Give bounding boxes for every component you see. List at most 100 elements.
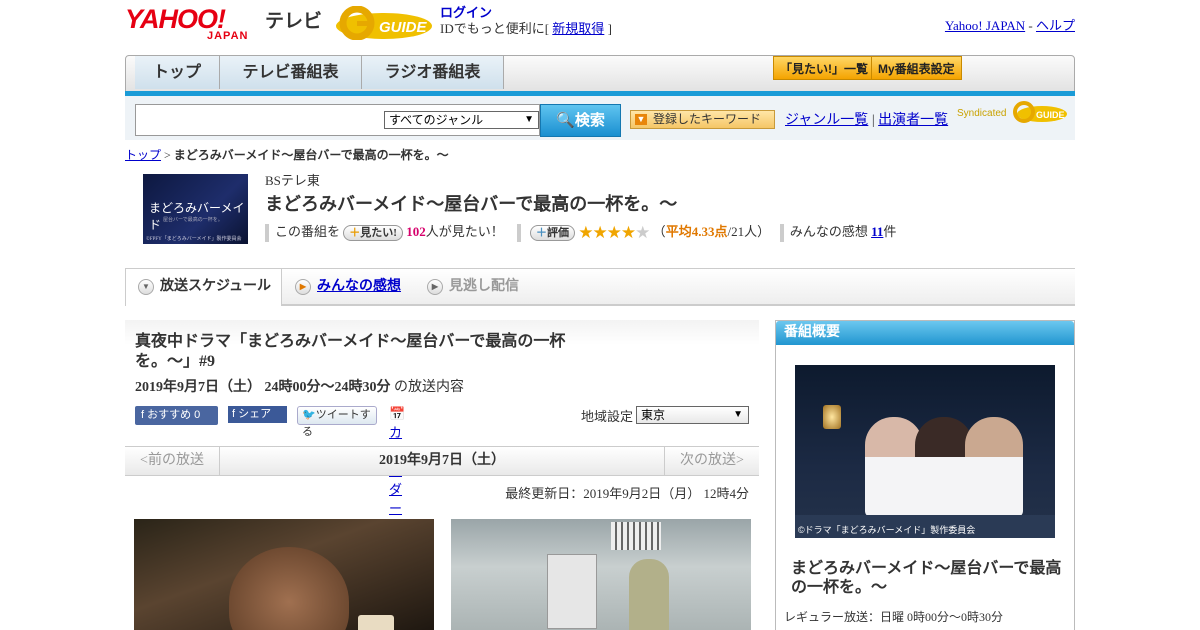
main-nav: トップ テレビ番組表 ラジオ番組表 「見たい!」一覧 My番組表設定 [125,55,1075,93]
genre-list-link[interactable]: ジャンル一覧 [785,113,868,128]
star-empty-icon: ★ [635,223,650,243]
calendar-add-icon: 📅 [389,406,406,421]
tab-schedule[interactable]: ▼ 放送スケジュール [125,269,282,306]
tab-radio-schedule[interactable]: ラジオ番組表 [362,56,504,89]
still-window [611,522,661,550]
syndicated-gguide: Syndicated GUIDE [957,101,1067,123]
last-updated: 最終更新日：2019年9月2日（月） 12時4分 [505,486,749,501]
program-overview: 番組概要 ©ドラマ「まどろみバーメイド」製作委員会 まどろみバーメイド～屋台バー… [775,320,1075,630]
search-links-divider: | [871,113,875,128]
search-icon: 🔍 [556,112,575,129]
program-header: まどろみバーメイド 屋台バーで最高の一杯を。 ©FPFY「まどろみバーメイド」製… [125,168,1075,258]
review-prefix: みんなの感想 [789,224,868,239]
tweet-button[interactable]: 🐦ツイートする [297,406,377,438]
facebook-recommend-button[interactable]: f おすすめ 0 [135,406,218,425]
episode-date-line: 2019年9月7日（土） 24時00分～24時30分 の放送内容 [135,376,464,396]
breadcrumb-home[interactable]: トップ [125,148,161,162]
rate-button[interactable]: ＋評価 [529,225,575,242]
genre-select-value: すべてのジャンル [389,113,484,127]
stats-divider [779,224,784,243]
search-bar: すべてのジャンル ▼ 🔍検索 ▼ 登録したキーワード ジャンル一覧 | 出演者一… [125,96,1075,140]
top-links: Yahoo! JAPAN - ヘルプ [945,15,1075,34]
yahoo-logo-sub: JAPAN [207,30,249,42]
star-filled-icon: ★★★★ [578,223,636,243]
prev-broadcast-link[interactable]: <前の放送 [125,447,220,475]
still-sink [547,554,597,629]
rating-average: 平均4.33点 [665,224,728,239]
help-link[interactable]: ヘルプ [1036,18,1075,33]
stats-divider [516,224,521,243]
thumb-copyright: ©FPFY「まどろみバーメイド」製作委員会 [146,237,242,242]
tv-label[interactable]: テレビ [265,6,322,33]
episode-still-image[interactable] [134,519,434,630]
current-broadcast-date: 2019年9月7日（土） [379,453,505,468]
tab-reviews[interactable]: ▶ みんなの感想 [283,269,413,306]
episode-title: 真夜中ドラマ「まどろみバーメイド～屋台バーで最高の一杯を。～」#9 [135,333,566,370]
dropdown-arrow-icon: ▼ [635,114,647,125]
program-thumbnail[interactable]: まどろみバーメイド 屋台バーで最高の一杯を。 ©FPFY「まどろみバーメイド」製… [143,174,248,244]
svg-text:GUIDE: GUIDE [1036,110,1065,120]
twitter-bird-icon: 🐦 [302,409,316,421]
review-count-link[interactable]: 11 [871,224,883,239]
episode-date: 2019年9月7日（土） 24時00分～24時30分 [135,380,391,395]
breadcrumb: トップ > まどろみバーメイド～屋台バーで最高の一杯を。～ [125,146,1075,163]
plus-icon: ＋ [349,227,361,240]
want-suffix: 人が見たい！ [425,224,504,239]
still-glass [358,615,394,630]
tab-top[interactable]: トップ [135,56,220,89]
breadcrumb-current: まどろみバーメイド～屋台バーで最高の一杯を。～ [173,148,449,162]
chevron-down-icon: ▼ [138,279,154,295]
want-count: 102 [406,224,426,239]
want-button[interactable]: ＋見たい! [343,225,403,242]
breadcrumb-sep: > [164,148,171,162]
tab-streaming[interactable]: ▶ 見逃し配信 [415,269,519,306]
play-icon: ▶ [295,279,311,295]
episode-date-suffix: の放送内容 [390,380,464,395]
broadcast-pager: <前の放送 2019年9月7日（土） 次の放送> [125,446,759,476]
region-select[interactable]: 東京 ▼ [636,406,749,424]
yahoo-japan-logo[interactable]: YAHOO! JAPAN [125,4,247,43]
gguide-logo: GUIDE [336,6,432,40]
want-list-button[interactable]: 「見たい!」一覧 [773,56,875,80]
registered-keyword-button[interactable]: ▼ 登録したキーワード [630,110,775,129]
overview-image[interactable]: ©ドラマ「まどろみバーメイド」製作委員会 [795,365,1055,538]
yahoo-logo-text: YAHOO! [125,4,226,34]
overview-image-caption: ©ドラマ「まどろみバーメイド」製作委員会 [798,525,976,535]
my-schedule-button[interactable]: My番組表設定 [871,56,962,80]
want-button-label: 見たい! [360,227,397,240]
play-icon: ▶ [427,279,443,295]
login-desc-close: ] [607,21,612,36]
episode-still-image[interactable] [451,519,751,630]
search-button[interactable]: 🔍検索 [540,104,621,137]
rating-open: （ [652,224,666,239]
program-title: まどろみバーメイド～屋台バーで最高の一杯を。～ [265,194,678,214]
rate-button-label: 評価 [546,227,569,240]
program-stats: この番組を ＋見たい! 102人が見たい！ ＋評価 ★★★★★ （平均4.33点… [265,221,896,243]
still-figure [629,559,669,630]
yahoo-japan-link[interactable]: Yahoo! JAPAN [945,18,1025,33]
register-link[interactable]: 新規取得 [552,21,604,36]
syndicated-label: Syndicated [957,108,1007,119]
top-links-sep: - [1028,18,1033,33]
region-label: 地域設定 [581,409,634,424]
rating-count: /21人） [727,224,771,239]
search-button-label: 検索 [574,112,605,129]
plus-icon: ＋ [535,227,547,240]
genre-select[interactable]: すべてのジャンル ▼ [384,111,539,129]
site-header: YAHOO! JAPAN テレビ GUIDE ログイン IDでもっと便利に[ 新… [125,0,1075,50]
svg-text:GUIDE: GUIDE [379,19,428,36]
facebook-icon: f [232,408,236,420]
thumb-sub: 屋台バーで最高の一杯を。 [163,218,223,223]
tab-schedule-label: 放送スケジュール [160,279,272,294]
want-prefix: この番組を [275,224,341,239]
login-link[interactable]: ログイン [440,5,492,20]
tab-streaming-label: 見逃し配信 [449,279,519,294]
stats-divider [265,224,269,243]
overview-heading: 番組概要 [776,321,1074,345]
still-figure [229,547,349,630]
tab-tv-schedule[interactable]: テレビ番組表 [220,56,362,89]
cast-list-link[interactable]: 出演者一覧 [878,113,948,128]
program-tabs: ▼ 放送スケジュール ▶ みんなの感想 ▶ 見逃し配信 [125,268,1075,306]
facebook-share-button[interactable]: f シェア [228,406,287,423]
next-broadcast-link[interactable]: 次の放送> [664,447,759,475]
